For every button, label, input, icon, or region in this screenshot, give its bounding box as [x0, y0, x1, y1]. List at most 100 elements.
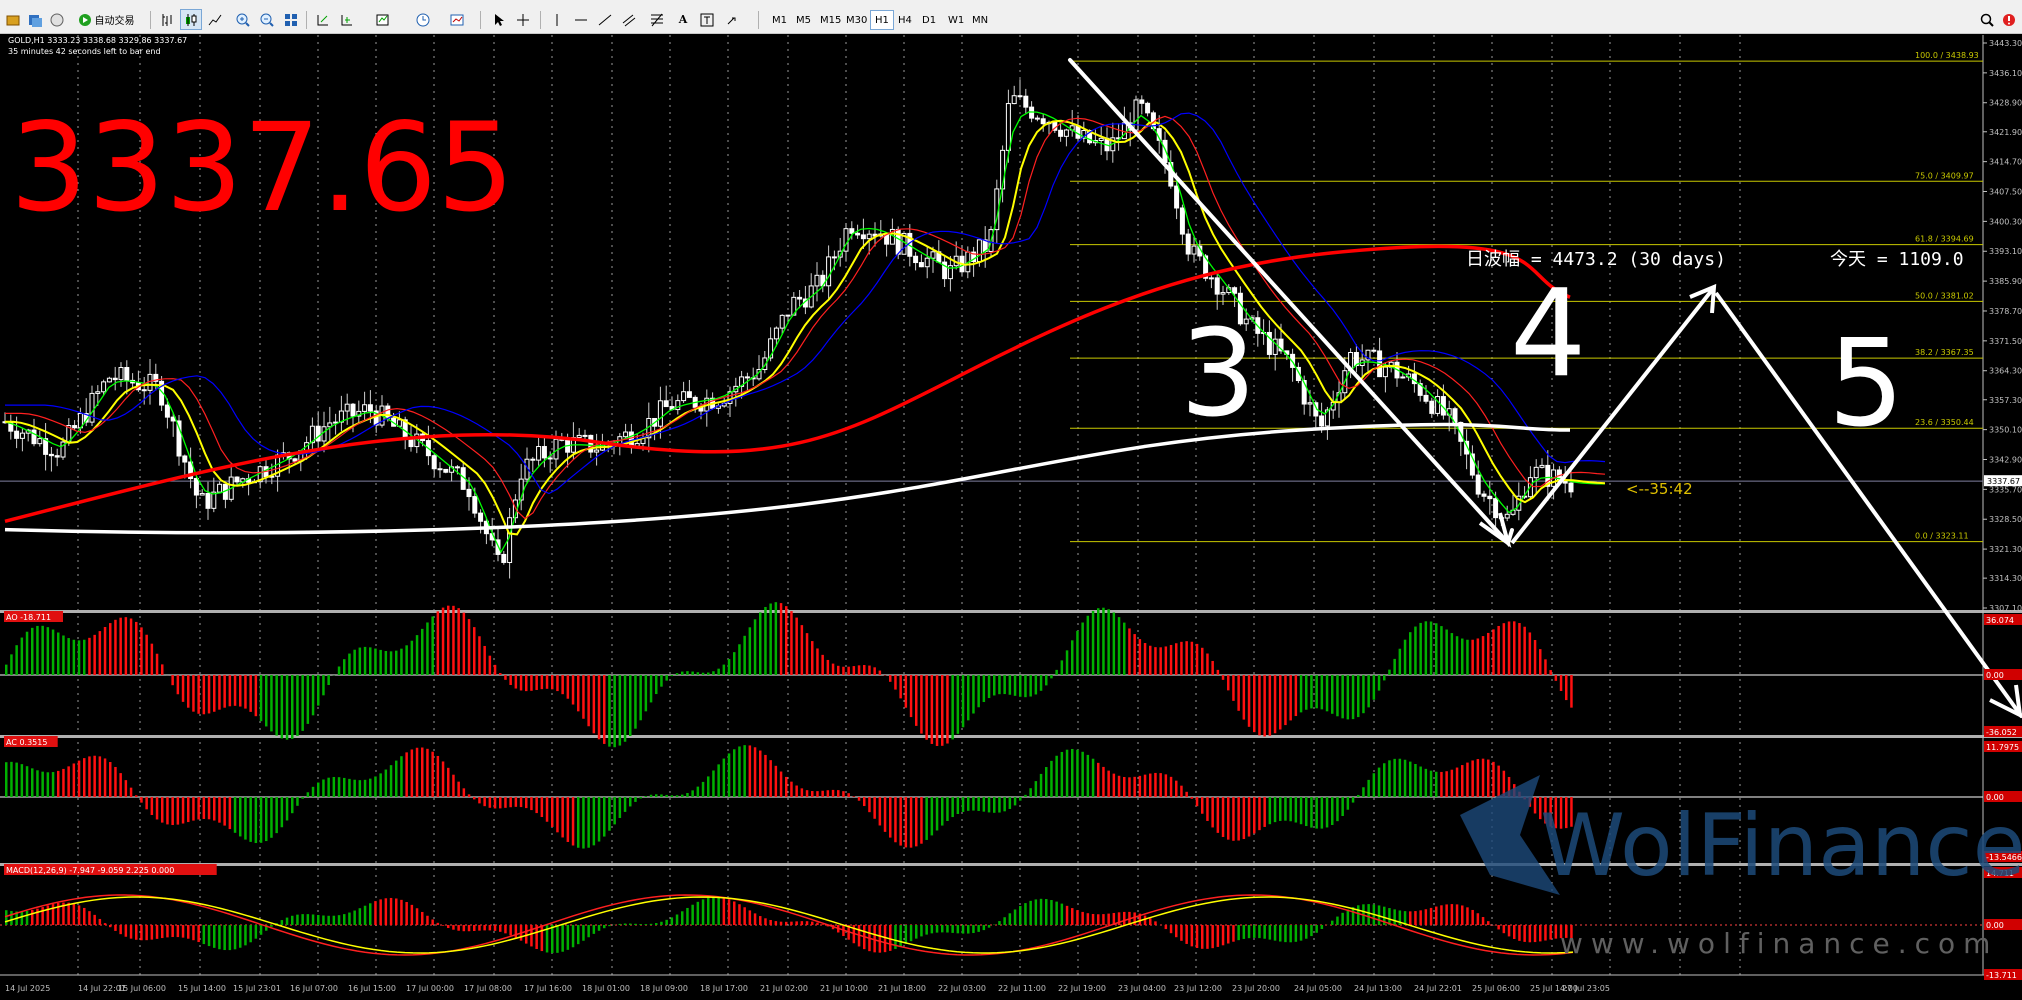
macd-bar — [1336, 916, 1339, 925]
ac-bar — [868, 797, 871, 813]
macd-bar — [426, 915, 429, 925]
macd-bar — [935, 925, 939, 933]
macd-bar — [109, 925, 112, 928]
indicator-axis-value: 0.00 — [1986, 671, 2004, 680]
ao-bar — [1195, 643, 1199, 675]
ao-bar — [291, 675, 294, 739]
ac-bar — [1445, 771, 1448, 797]
autoscroll-icon[interactable] — [312, 9, 334, 30]
ac-bar — [1097, 762, 1100, 797]
macd-bar — [941, 925, 944, 933]
countdown-label: <--35:42 — [1626, 480, 1693, 498]
search-icon[interactable] — [1976, 9, 1998, 30]
ao-bar — [582, 675, 585, 719]
ac-bar — [233, 797, 237, 833]
macd-bar — [1544, 925, 1547, 941]
ac-bar — [1357, 794, 1360, 797]
timeframe-m5-button[interactable]: M5 — [792, 10, 815, 30]
indicators-icon[interactable] — [372, 9, 394, 30]
ac-bar — [800, 788, 804, 797]
ac-bar — [395, 760, 398, 797]
macd-bar — [1476, 913, 1480, 925]
ac-bar — [25, 766, 29, 797]
ao-bar — [909, 675, 913, 718]
ac-bar — [883, 797, 887, 832]
ac-bar — [358, 780, 362, 797]
ao-bar — [317, 675, 320, 706]
candlestick-icon[interactable] — [180, 9, 202, 30]
ac-bar — [889, 797, 892, 838]
macd-bar — [1019, 906, 1022, 925]
ac-bar — [707, 776, 710, 797]
ao-bar — [733, 652, 736, 675]
text-label-icon[interactable] — [696, 9, 718, 30]
macd-bar — [717, 896, 720, 925]
autotrade-button[interactable]: 自动交易 — [66, 9, 146, 30]
fibonacci-icon[interactable] — [646, 9, 668, 30]
macd-bar — [1289, 925, 1292, 943]
ao-bar — [441, 607, 445, 675]
macd-bar — [649, 923, 653, 925]
bear-candle — [1487, 495, 1493, 500]
timeframe-h1-button[interactable]: H1 — [870, 10, 894, 30]
macd-bar — [259, 925, 263, 935]
timeframe-w1-button[interactable]: W1 — [944, 10, 968, 30]
chart-shift-icon[interactable] — [336, 9, 358, 30]
macd-bar — [1533, 925, 1537, 943]
market-watch-icon[interactable] — [46, 9, 68, 30]
timeframe-m1-button[interactable]: M1 — [768, 10, 791, 30]
ao-bar — [202, 675, 206, 715]
ao-bar — [530, 675, 533, 691]
vertical-line-icon[interactable] — [546, 9, 568, 30]
profiles-icon[interactable] — [24, 9, 46, 30]
timeframe-mn-button[interactable]: MN — [968, 10, 992, 30]
ao-bar — [1403, 639, 1407, 675]
zoom-in-icon[interactable] — [232, 9, 254, 30]
time-axis-label: 22 Jul 19:00 — [1058, 984, 1106, 993]
price-axis-label: 3328.50 — [1989, 515, 2022, 524]
ao-bar — [426, 622, 429, 675]
ac-bar — [421, 747, 424, 797]
zoom-out-icon[interactable] — [256, 9, 278, 30]
crosshair-icon[interactable] — [512, 9, 534, 30]
periods-icon[interactable] — [412, 9, 434, 30]
notification-icon[interactable] — [1998, 9, 2020, 30]
arrows-icon[interactable] — [722, 9, 744, 30]
timeframe-m15-button[interactable]: M15 — [816, 10, 845, 30]
ac-bar — [571, 797, 575, 846]
channel-icon[interactable] — [618, 9, 640, 30]
bull-candle — [785, 314, 791, 317]
bull-candle — [582, 434, 588, 437]
fib-level-label: 61.8 / 3394.69 — [1915, 235, 1974, 244]
horizontal-line-icon[interactable] — [570, 9, 592, 30]
timeframe-d1-button[interactable]: D1 — [918, 10, 940, 30]
ac-bar — [894, 797, 897, 843]
cursor-icon[interactable] — [488, 9, 510, 30]
ac-bar — [847, 793, 850, 797]
bear-candle — [686, 391, 692, 398]
bear-candle — [454, 466, 460, 469]
bear-candle — [855, 232, 861, 236]
macd-bar — [369, 903, 372, 925]
macd-bar — [556, 925, 559, 953]
fib-level-label: 75.0 / 3409.97 — [1915, 171, 1974, 180]
macd-bar — [197, 925, 200, 943]
bear-candle — [547, 457, 553, 460]
timeframe-h4-button[interactable]: H4 — [894, 10, 916, 30]
ao-bar — [889, 675, 892, 682]
text-icon[interactable]: A — [672, 9, 694, 30]
bull-candle — [118, 367, 124, 381]
bar-chart-icon[interactable] — [156, 9, 178, 30]
ac-bar — [1497, 765, 1500, 797]
ac-bar — [1336, 797, 1339, 822]
new-order-icon[interactable] — [2, 9, 24, 30]
macd-bar — [1221, 925, 1225, 946]
chart-area[interactable]: 100.0 / 3438.93 75.0 / 3409.97 61.8 / 3394… — [0, 35, 2022, 1000]
templates-icon[interactable] — [446, 9, 468, 30]
tile-windows-icon[interactable] — [280, 9, 302, 30]
timeframe-m30-button[interactable]: M30 — [842, 10, 871, 30]
line-chart-icon[interactable] — [204, 9, 226, 30]
ao-bar — [639, 675, 642, 721]
trendline-icon[interactable] — [594, 9, 616, 30]
time-axis-label: 23 Jul 04:00 — [1118, 984, 1166, 993]
